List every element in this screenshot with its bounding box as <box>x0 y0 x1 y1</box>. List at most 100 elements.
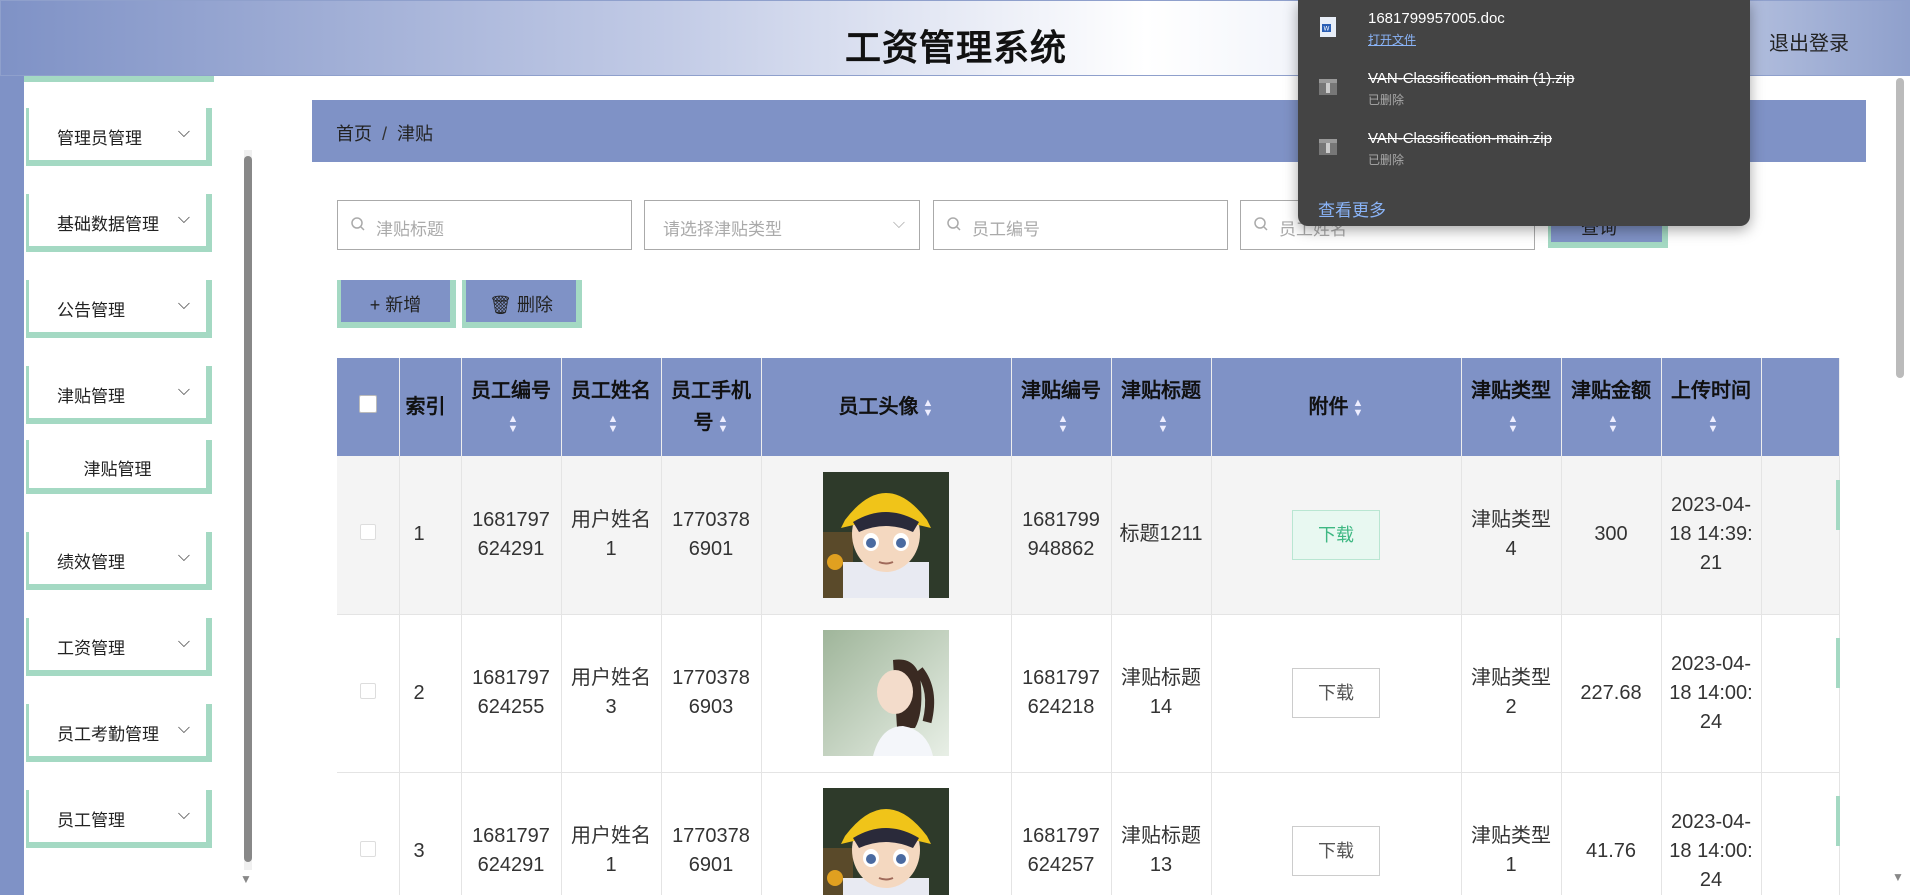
table-header-row: 索引 员工编号▲ ▼ 员工姓名▲ ▼ 员工手机号 ▲ ▼ 员工头像 ▲ ▼ 津贴编号▲ ▼ 津… <box>337 358 1840 456</box>
sidebar-subitem-label: 津贴管理 <box>83 460 152 479</box>
sidebar-item-basic-data[interactable]: 基础数据管理 ⌵ <box>26 194 212 252</box>
chevron-down-icon: ⌵ <box>177 548 190 565</box>
add-button[interactable]: + 新增 <box>337 280 456 328</box>
downloads-popup: W 1681799957005.doc 打开文件 VAN-Classificat… <box>1298 0 1750 226</box>
open-file-link[interactable]: 打开文件 <box>1368 31 1416 48</box>
column-header-operations <box>1761 358 1840 456</box>
column-header-upload-time[interactable]: 上传时间▲ ▼ <box>1661 358 1762 456</box>
chevron-down-icon: ⌵ <box>177 124 190 141</box>
sidebar-item-salary[interactable]: 工资管理 ⌵ <box>26 618 212 676</box>
sidebar-item-label: 绩效管理 <box>57 553 125 572</box>
sidebar-scrollbar-thumb[interactable] <box>244 156 252 862</box>
sort-icon[interactable]: ▲ ▼ <box>1708 413 1719 434</box>
zip-file-icon <box>1319 79 1337 95</box>
app-root: 工资管理系统 退出登录 管理员管理 ⌵ 基础数据管理 ⌵ 公告管理 ⌵ 津贴管理… <box>0 0 1910 895</box>
sidebar-item-employee[interactable]: 员工管理 ⌵ <box>26 790 212 848</box>
sidebar-subitem-allowance[interactable]: 津贴管理 <box>26 440 212 494</box>
download-status: 已删除 <box>1368 153 1405 167</box>
table-row[interactable]: 1 1681797624291 用户姓名1 17703786901 168179… <box>337 456 1840 615</box>
table-row[interactable]: 2 1681797624255 用户姓名3 17703786903 168179… <box>337 614 1840 773</box>
column-header-attachment[interactable]: 附件 ▲ ▼ <box>1211 358 1462 456</box>
download-button[interactable]: 下载 <box>1292 509 1380 560</box>
breadcrumb-separator: / <box>382 124 388 144</box>
sidebar-menu-item-partial[interactable] <box>24 76 214 82</box>
cell-index: 3 <box>399 772 462 895</box>
column-header-phone[interactable]: 员工手机号 ▲ ▼ <box>661 358 762 456</box>
page-scrollbar-thumb[interactable] <box>1896 78 1904 378</box>
download-item[interactable]: W 1681799957005.doc 打开文件 <box>1318 10 1738 60</box>
sidebar-item-notice[interactable]: 公告管理 ⌵ <box>26 280 212 338</box>
chevron-down-icon: ⌵ <box>177 806 190 823</box>
sort-icon[interactable]: ▲ ▼ <box>923 397 934 418</box>
column-header-allowance-number[interactable]: 津贴编号▲ ▼ <box>1011 358 1112 456</box>
row-checkbox[interactable] <box>359 840 376 857</box>
sidebar-item-admin[interactable]: 管理员管理 ⌵ <box>26 108 212 166</box>
row-action-button-edge[interactable] <box>1836 480 1840 530</box>
cell-employee-name: 用户姓名1 <box>561 456 662 615</box>
row-action-button-edge[interactable] <box>1836 796 1840 846</box>
column-header-amount[interactable]: 津贴金额▲ ▼ <box>1561 358 1662 456</box>
download-item[interactable]: VAN-Classification-main (1).zip 已删除 <box>1318 70 1738 120</box>
see-more-link[interactable]: 查看更多 <box>1318 196 1386 221</box>
column-header-employee-name[interactable]: 员工姓名▲ ▼ <box>561 358 662 456</box>
download-button[interactable]: 下载 <box>1292 668 1380 718</box>
search-icon <box>351 217 365 231</box>
sidebar-item-label: 员工考勤管理 <box>57 725 159 744</box>
select-all-checkbox[interactable] <box>358 395 377 413</box>
cell-allowance-number: 1681799948862 <box>1011 456 1112 615</box>
delete-button[interactable]: 🗑 删除 <box>462 280 582 328</box>
cell-phone: 17703786903 <box>661 614 762 773</box>
avatar-boy-yellow-hat[interactable] <box>823 788 949 895</box>
cell-allowance-type: 津贴类型4 <box>1461 456 1562 615</box>
sort-icon[interactable]: ▲ ▼ <box>1508 413 1519 434</box>
sort-icon[interactable]: ▲ ▼ <box>718 413 729 434</box>
cell-upload-time: 2023-04-18 14:00:24 <box>1661 772 1762 895</box>
chevron-down-icon: ⌵ <box>177 210 190 227</box>
column-header-avatar[interactable]: 员工头像 ▲ ▼ <box>761 358 1012 456</box>
allowance-title-input[interactable]: 津贴标题 <box>337 200 632 250</box>
column-header-index: 索引 <box>399 358 462 456</box>
cell-phone: 17703786901 <box>661 772 762 895</box>
sidebar-item-attendance[interactable]: 员工考勤管理 ⌵ <box>26 704 212 762</box>
allowance-type-select[interactable]: 请选择津贴类型 ⌵ <box>644 200 920 250</box>
download-item[interactable]: VAN-Classification-main.zip 已删除 <box>1318 130 1738 180</box>
scroll-down-arrow-icon[interactable]: ▼ <box>240 872 252 886</box>
sidebar-item-label: 公告管理 <box>57 301 125 320</box>
sidebar-item-performance[interactable]: 绩效管理 ⌵ <box>26 532 212 590</box>
cell-allowance-title: 津贴标题14 <box>1111 614 1212 773</box>
sort-icon[interactable]: ▲ ▼ <box>1158 413 1169 434</box>
cell-amount: 300 <box>1561 456 1662 615</box>
sort-icon[interactable]: ▲ ▼ <box>1058 413 1069 434</box>
sort-icon[interactable]: ▲ ▼ <box>608 413 619 434</box>
word-file-icon: W <box>1320 17 1336 37</box>
search-icon <box>1254 217 1268 231</box>
sort-icon[interactable]: ▲ ▼ <box>508 413 519 434</box>
column-header-allowance-title[interactable]: 津贴标题▲ ▼ <box>1111 358 1212 456</box>
select-placeholder: 请选择津贴类型 <box>663 220 782 239</box>
column-header-employee-number[interactable]: 员工编号▲ ▼ <box>461 358 562 456</box>
avatar-girl-profile[interactable] <box>823 630 949 756</box>
sort-icon[interactable]: ▲ ▼ <box>1608 413 1619 434</box>
row-checkbox[interactable] <box>359 524 376 541</box>
sidebar-item-allowance[interactable]: 津贴管理 ⌵ <box>26 366 212 424</box>
download-button[interactable]: 下载 <box>1292 826 1380 876</box>
input-placeholder: 津贴标题 <box>376 220 444 239</box>
cell-operations <box>1761 614 1840 773</box>
table-row[interactable]: 3 1681797624291 用户姓名1 17703786901 168179… <box>337 772 1840 895</box>
sort-icon[interactable]: ▲ ▼ <box>1353 397 1364 418</box>
row-action-button-edge[interactable] <box>1836 638 1840 688</box>
row-checkbox[interactable] <box>359 682 376 699</box>
chevron-down-icon: ⌵ <box>177 720 190 737</box>
input-placeholder: 员工编号 <box>972 220 1040 239</box>
employee-number-input[interactable]: 员工编号 <box>933 200 1228 250</box>
column-header-allowance-type[interactable]: 津贴类型▲ ▼ <box>1461 358 1562 456</box>
cell-index: 2 <box>399 614 462 773</box>
cell-index: 1 <box>399 456 462 615</box>
delete-button-label: 删除 <box>516 295 553 315</box>
breadcrumb-home[interactable]: 首页 <box>336 124 372 144</box>
allowance-table: 索引 员工编号▲ ▼ 员工姓名▲ ▼ 员工手机号 ▲ ▼ 员工头像 ▲ ▼ 津贴编号▲ ▼ 津… <box>337 358 1840 895</box>
avatar-boy-yellow-hat[interactable] <box>823 471 949 598</box>
scroll-down-arrow-icon[interactable]: ▼ <box>1892 870 1904 884</box>
logout-button[interactable]: 退出登录 <box>1769 27 1849 56</box>
cell-employee-number: 1681797624291 <box>461 456 562 615</box>
